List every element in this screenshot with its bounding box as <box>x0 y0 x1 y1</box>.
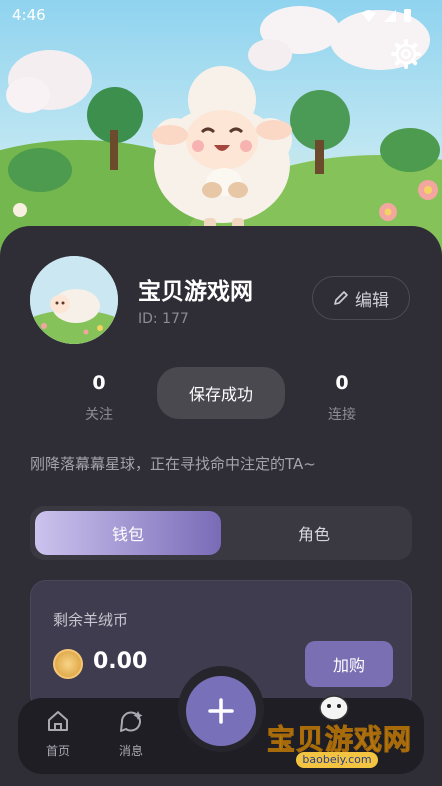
nav-home-label: 首页 <box>45 744 70 758</box>
edit-profile-button[interactable]: 编辑 <box>312 276 410 320</box>
nav-messages[interactable]: 消息 <box>101 708 161 759</box>
site-watermark: 宝贝游戏网 baobeiy.com <box>262 695 418 774</box>
message-sparkle-icon <box>120 711 143 732</box>
buy-button[interactable]: 加购 <box>305 641 393 687</box>
battery-icon <box>404 9 411 22</box>
save-success-toast: 保存成功 <box>157 367 285 419</box>
stat-following-label: 关注 <box>85 407 113 423</box>
edit-label: 编辑 <box>355 290 389 311</box>
tab-wallet[interactable]: 钱包 <box>35 511 221 555</box>
tab-role[interactable]: 角色 <box>221 511 407 555</box>
profile-name: 宝贝游戏网 <box>138 279 253 305</box>
wifi-icon <box>362 9 376 22</box>
stat-connections-label: 连接 <box>328 407 356 423</box>
watermark-url: baobeiy.com <box>296 752 378 768</box>
wallet-title: 剩余羊绒币 <box>53 611 129 629</box>
settings-button[interactable] <box>388 36 424 72</box>
avatar[interactable] <box>30 256 118 344</box>
status-bar: 4:46 <box>0 0 442 32</box>
wallet-role-tabs: 钱包 角色 <box>30 506 412 560</box>
pencil-icon <box>334 291 348 305</box>
stat-following-value: 0 <box>92 372 106 394</box>
coin-icon <box>53 649 83 679</box>
stat-following[interactable]: 0 关注 <box>59 372 139 424</box>
create-button[interactable] <box>186 676 256 746</box>
stat-connections-value: 0 <box>335 372 349 394</box>
home-icon <box>48 711 68 731</box>
profile-bio: 刚降落幕幕星球，正在寻找命中注定的TA~ <box>30 455 316 473</box>
status-icons <box>361 8 412 23</box>
signal-icon <box>384 9 396 22</box>
plus-icon <box>208 698 234 724</box>
wallet-balance: 0.00 <box>93 649 148 674</box>
nav-messages-label: 消息 <box>118 744 143 758</box>
nav-home[interactable]: 首页 <box>28 708 88 759</box>
status-time: 4:46 <box>12 6 46 24</box>
stat-connections[interactable]: 0 连接 <box>302 372 382 424</box>
gear-icon <box>391 39 421 69</box>
sheep-avatar-image <box>30 256 118 344</box>
profile-id: ID: 177 <box>138 311 189 327</box>
